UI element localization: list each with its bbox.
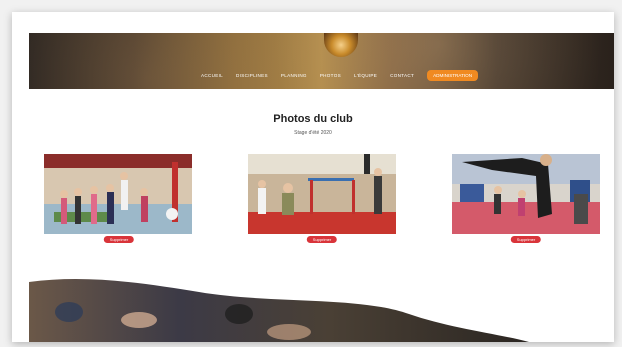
- gallery-photo-1[interactable]: [44, 154, 192, 234]
- delete-button-photo-2[interactable]: Supprimer: [306, 236, 338, 243]
- gallery-photo-3[interactable]: [452, 154, 600, 234]
- page-sheet: ACCUEIL DISCIPLINES PLANNING PHOTOS L'ÉQ…: [12, 12, 614, 342]
- nav-item-accueil[interactable]: ACCUEIL: [201, 73, 223, 78]
- gallery-photo-2[interactable]: [248, 154, 396, 234]
- administration-button[interactable]: ADMINISTRATION: [427, 70, 479, 81]
- nav-item-equipe[interactable]: L'ÉQUIPE: [354, 73, 377, 78]
- footer-photo-banner: [29, 274, 614, 342]
- main-nav: ACCUEIL DISCIPLINES PLANNING PHOTOS L'ÉQ…: [201, 70, 479, 81]
- hero-header: ACCUEIL DISCIPLINES PLANNING PHOTOS L'ÉQ…: [29, 33, 614, 89]
- page-title: Photos du club: [273, 113, 353, 125]
- nav-item-planning[interactable]: PLANNING: [281, 73, 307, 78]
- nav-item-disciplines[interactable]: DISCIPLINES: [236, 73, 268, 78]
- delete-button-photo-1[interactable]: Supprimer: [103, 236, 135, 243]
- nav-item-photos[interactable]: PHOTOS: [320, 73, 341, 78]
- page-subtitle: Stage d'été 2020: [294, 130, 332, 136]
- nav-item-contact[interactable]: CONTACT: [390, 73, 414, 78]
- delete-button-photo-3[interactable]: Supprimer: [510, 236, 542, 243]
